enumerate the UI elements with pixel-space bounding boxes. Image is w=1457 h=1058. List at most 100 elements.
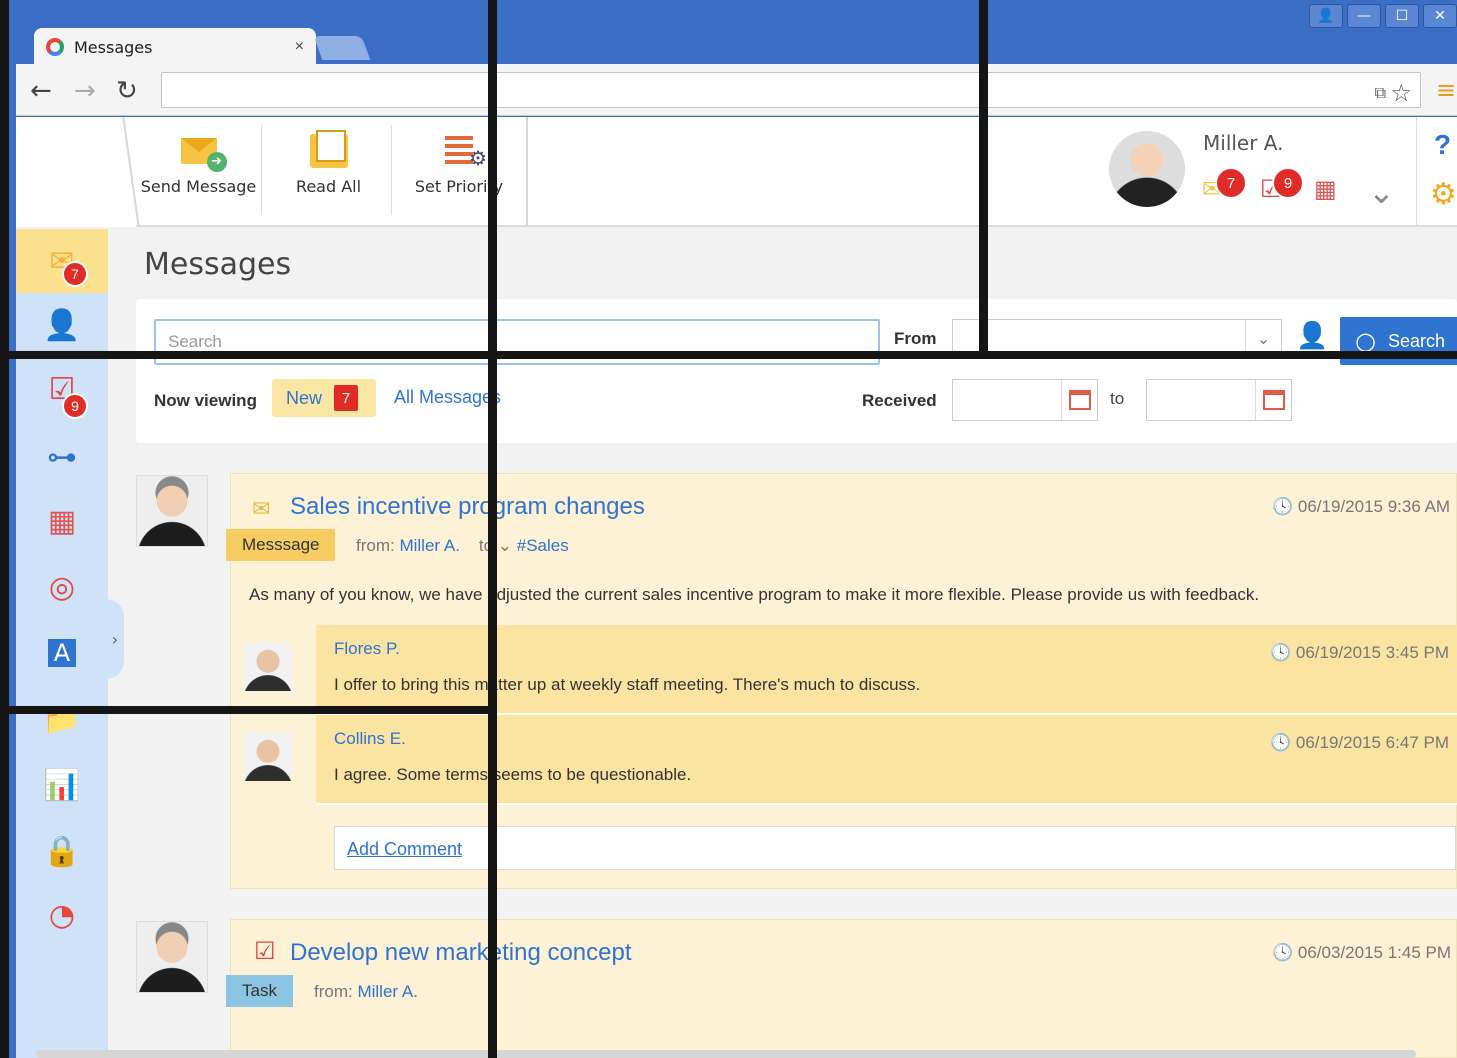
comment-avatar[interactable] [244, 733, 292, 781]
feed-item-time: 🕓 06/03/2015 1:45 PM [1272, 943, 1452, 962]
from-author-link[interactable]: Miller A. [399, 536, 459, 555]
user-profile-icon[interactable]: 👤 [1309, 4, 1343, 28]
received-to-date[interactable] [1146, 379, 1292, 421]
back-icon[interactable]: ← [30, 76, 52, 106]
set-priority-button[interactable]: ⚙ Set Priority [396, 125, 522, 215]
author-avatar[interactable] [136, 921, 208, 993]
comment-text: I agree. Some terms seems to be question… [334, 765, 692, 784]
header-dropdown-icon[interactable]: ⌄ [1368, 173, 1395, 211]
minimize-button[interactable]: — [1347, 4, 1381, 28]
tasks-count-badge: 9 [1272, 167, 1304, 199]
app-content: ➜ Send Message Read All ⚙ Set Priority M… [16, 117, 1457, 1058]
send-message-icon: ➜ [180, 138, 227, 172]
nav-item-contracts[interactable]: A [16, 621, 108, 685]
received-to-label: to [1110, 389, 1125, 408]
from-label: From [894, 329, 937, 348]
user-avatar[interactable] [1109, 131, 1185, 207]
address-bar[interactable]: ⧉ ☆ [161, 72, 1421, 108]
add-comment-link[interactable]: Add Comment [347, 839, 462, 860]
user-name[interactable]: Miller A. [1203, 131, 1284, 155]
filter-all-messages-link[interactable]: All Messages [394, 387, 501, 408]
send-message-label: Send Message [140, 177, 257, 196]
forward-icon[interactable]: → [74, 76, 96, 106]
add-comment-box[interactable]: Add Comment [334, 826, 1456, 870]
nav-item-reports[interactable]: 📊 [16, 753, 108, 817]
grid-line [0, 706, 497, 714]
reload-icon[interactable]: ↻ [116, 76, 138, 106]
dashboard-icon: ◔ [48, 897, 76, 933]
received-label: Received [862, 391, 937, 410]
filter-new-label: New [286, 387, 323, 408]
send-message-button[interactable]: ➜ Send Message [136, 125, 262, 215]
close-window-button[interactable]: ✕ [1423, 4, 1457, 28]
browser-favicon-icon [46, 38, 64, 56]
horizontal-scrollbar[interactable] [36, 1050, 1416, 1058]
received-from-date[interactable] [952, 379, 1098, 421]
menu-icon[interactable]: ≡ [1436, 76, 1456, 104]
nav-item-contacts[interactable]: 👤 [16, 293, 108, 357]
org-structure-icon: ⊶ [47, 439, 77, 475]
from-author-link[interactable]: Miller A. [357, 982, 417, 1001]
type-tag: Messsage [226, 529, 336, 561]
browser-window: 👤 — ☐ ✕ Messages × ← → ↻ ⧉ ☆ ≡ ➜ Send Me… [8, 0, 1457, 1058]
nav-messages-badge: 7 [62, 261, 88, 287]
nav-item-org-structure[interactable]: ⊶ [16, 425, 108, 489]
feed-item-title[interactable]: Sales incentive program changes [290, 493, 645, 521]
feed-item-title[interactable]: Develop new marketing concept [290, 939, 632, 967]
translate-icon[interactable]: ⧉ [1375, 83, 1386, 103]
select-user-icon[interactable]: 👤 [1296, 321, 1328, 351]
read-all-icon [309, 130, 348, 168]
nav-item-tasks[interactable]: ☑ 9 [16, 357, 108, 421]
task-check-icon: ☑ [254, 937, 276, 965]
feed-item-body: As many of you know, we have adjusted th… [249, 585, 1260, 604]
header-divider [1416, 117, 1417, 227]
reports-icon: 📊 [43, 767, 81, 803]
toolbar-divider [526, 117, 528, 227]
search-button-label: Search [1387, 330, 1445, 351]
tab-close-icon[interactable]: × [295, 38, 304, 56]
contacts-icon: 👤 [43, 307, 81, 343]
nav-tasks-badge: 9 [62, 393, 88, 419]
comment-author-link[interactable]: Collins E. [334, 729, 406, 749]
recipient-link[interactable]: #Sales [517, 536, 569, 555]
window-controls: 👤 — ☐ ✕ [1309, 4, 1457, 28]
header-calendar-icon[interactable]: ▦ [1314, 175, 1337, 203]
contracts-icon: A [47, 639, 77, 667]
grid-line [488, 0, 497, 1058]
messages-count-badge: 7 [1215, 167, 1247, 199]
read-all-label: Read All [295, 177, 362, 196]
help-icon[interactable]: ? [1434, 129, 1451, 161]
date-picker-icon[interactable] [1061, 380, 1097, 420]
now-viewing-label: Now viewing [154, 391, 257, 410]
settings-gear-icon[interactable]: ⚙ [1430, 177, 1457, 212]
author-avatar[interactable] [136, 475, 208, 547]
maximize-button[interactable]: ☐ [1385, 4, 1419, 28]
comment-author-link[interactable]: Flores P. [334, 639, 400, 659]
feed-item-time: 🕓 06/19/2015 9:36 AM [1272, 497, 1451, 516]
nav-item-security[interactable]: 🔒 [16, 819, 108, 883]
comment-avatar[interactable] [244, 643, 292, 691]
browser-tab[interactable]: Messages × [34, 28, 316, 66]
grid-line [0, 351, 1457, 359]
nav-item-dashboard[interactable]: ◔ [16, 883, 108, 947]
recipients-toggle-icon[interactable]: ⌄ [498, 536, 512, 555]
page-title: Messages [144, 247, 292, 282]
nav-item-calendar[interactable]: ▦ [16, 489, 108, 553]
calendar-icon: ▦ [47, 503, 77, 539]
date-picker-icon[interactable] [1255, 380, 1291, 420]
security-icon: 🔒 [43, 833, 81, 869]
logo-area [16, 117, 136, 227]
bookmark-star-icon[interactable]: ☆ [1390, 79, 1412, 107]
new-tab-button[interactable] [313, 36, 371, 60]
nav-item-documents[interactable]: 📁 [16, 687, 108, 751]
nav-collapse-toggle[interactable]: › [106, 599, 124, 679]
tab-title: Messages [74, 37, 153, 57]
nav-item-processes[interactable]: ◎ [16, 555, 108, 619]
processes-icon: ◎ [48, 569, 76, 605]
filter-new-chip[interactable]: New 7 [272, 379, 376, 417]
read-all-button[interactable]: Read All [266, 125, 392, 215]
browser-toolbar: ← → ↻ ⧉ ☆ ≡ [16, 64, 1457, 116]
type-tag: Task [226, 975, 293, 1007]
set-priority-label: Set Priority [414, 177, 504, 196]
nav-item-messages[interactable]: ✉ 7 [16, 229, 108, 293]
